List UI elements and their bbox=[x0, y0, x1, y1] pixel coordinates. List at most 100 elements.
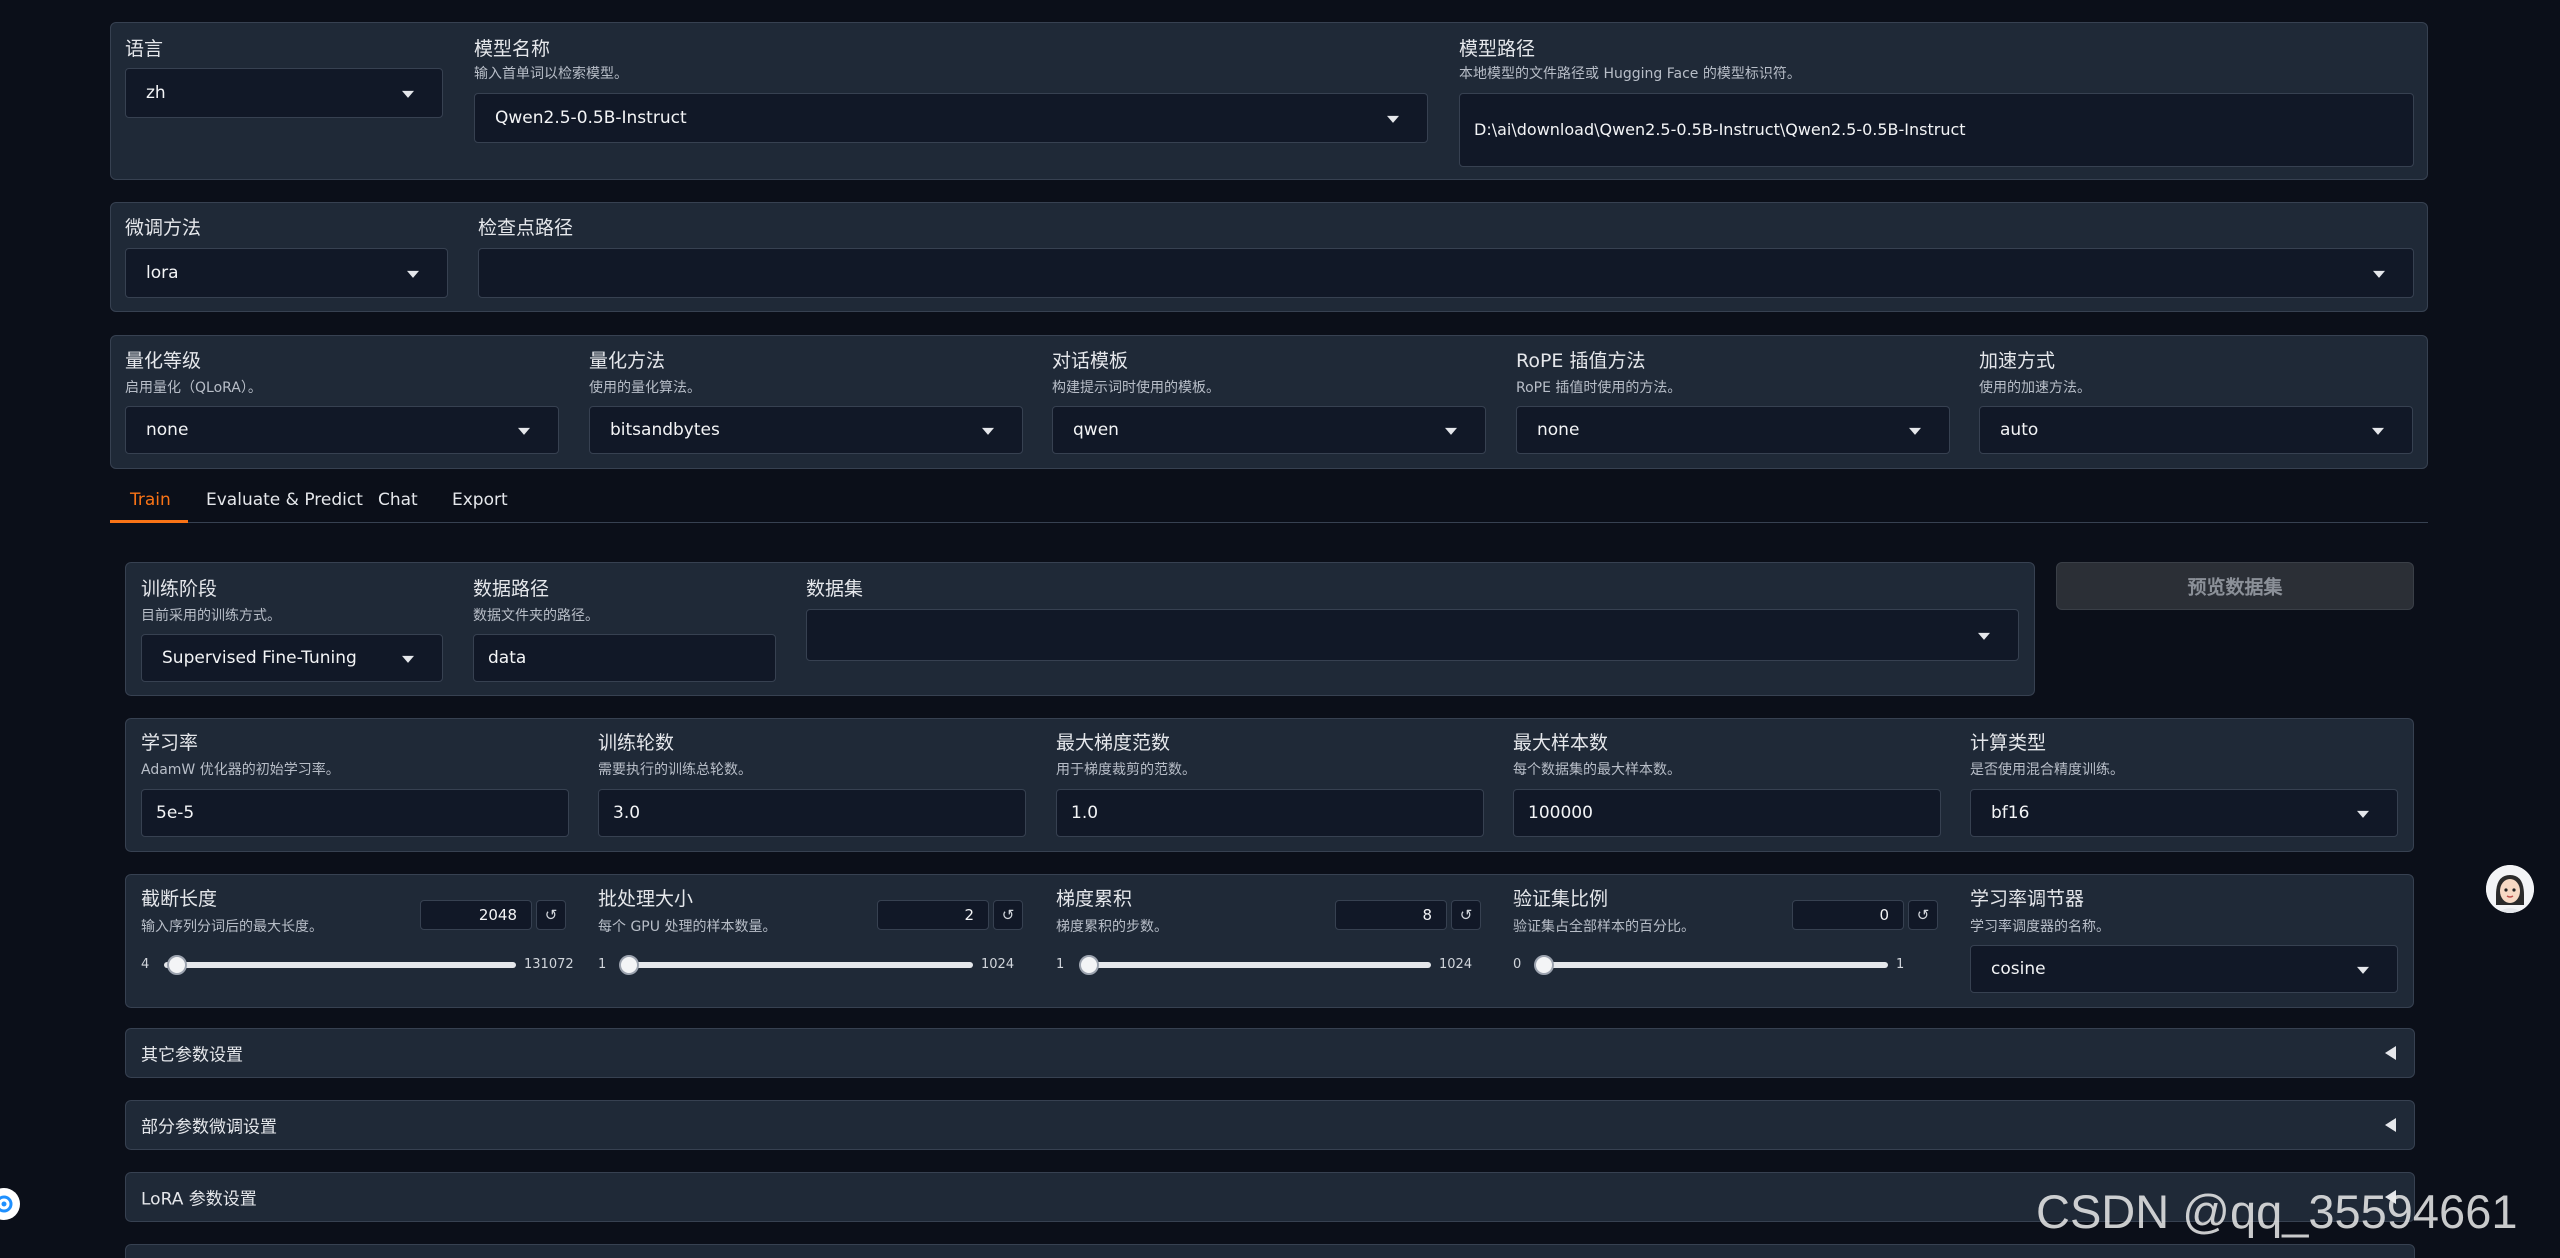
accordion-title: LoRA 参数设置 bbox=[141, 1189, 257, 1210]
dataset-label: 数据集 bbox=[806, 578, 864, 600]
row3-label-3: RoPE 插值方法 bbox=[1516, 350, 1646, 372]
param-input-2[interactable]: 1.0 bbox=[1056, 789, 1484, 837]
finetune-dropdown[interactable]: lora bbox=[125, 248, 448, 298]
stage-value: Supervised Fine-Tuning bbox=[162, 648, 357, 668]
tab-chat[interactable]: Chat bbox=[378, 490, 418, 510]
collapse-arrow-icon bbox=[2385, 1046, 2396, 1060]
param-info-3: 每个数据集的最大样本数。 bbox=[1513, 762, 1681, 778]
slider-label-1: 批处理大小 bbox=[598, 888, 694, 910]
slider-max-0: 131072 bbox=[524, 957, 574, 972]
stage-info: 目前采用的训练方式。 bbox=[141, 608, 281, 624]
lang-dropdown[interactable]: zh bbox=[125, 68, 443, 118]
slider-thumb-2[interactable] bbox=[1079, 955, 1099, 975]
chevron-down-icon bbox=[1978, 632, 1990, 640]
slider-info-1: 每个 GPU 处理的样本数量。 bbox=[598, 919, 777, 935]
reset-icon[interactable]: ↺ bbox=[993, 900, 1023, 930]
param-label-2: 最大梯度范数 bbox=[1056, 732, 1171, 754]
slider-max-1: 1024 bbox=[981, 957, 1015, 972]
row3-dropdown-4[interactable]: auto bbox=[1979, 406, 2413, 454]
reset-icon[interactable]: ↺ bbox=[1451, 900, 1481, 930]
slider-track-0[interactable] bbox=[164, 962, 516, 968]
slider-number-value-1: 2 bbox=[964, 906, 974, 924]
data-dir-input[interactable]: data bbox=[473, 634, 776, 682]
slider-track-3[interactable] bbox=[1536, 962, 1888, 968]
stage-dropdown[interactable]: Supervised Fine-Tuning bbox=[141, 634, 443, 682]
accordion-title: 部分参数微调设置 bbox=[141, 1117, 277, 1138]
model-path-value: D:\ai\download\Qwen2.5-0.5B-Instruct\Qwe… bbox=[1474, 120, 1966, 139]
scheduler-dropdown[interactable]: cosine bbox=[1970, 945, 2398, 993]
chevron-down-icon bbox=[982, 427, 994, 435]
accordion-partial-finetune[interactable]: 部分参数微调设置 bbox=[125, 1100, 2415, 1150]
param-label-4: 计算类型 bbox=[1970, 732, 2047, 754]
accordion-other-params[interactable]: 其它参数设置 bbox=[125, 1028, 2415, 1078]
slider-track-1[interactable] bbox=[621, 962, 973, 968]
checkpoint-label: 检查点路径 bbox=[478, 217, 574, 239]
compute-type-dropdown[interactable]: bf16 bbox=[1970, 789, 2398, 837]
row3-label-0: 量化等级 bbox=[125, 350, 202, 372]
avatar[interactable] bbox=[2486, 865, 2534, 913]
slider-min-2: 1 bbox=[1056, 957, 1065, 972]
slider-min-0: 4 bbox=[141, 957, 150, 972]
slider-number-input-0[interactable]: 2048 bbox=[420, 900, 532, 930]
param-input-3[interactable]: 100000 bbox=[1513, 789, 1941, 837]
chevron-down-icon bbox=[518, 427, 530, 435]
slider-label-0: 截断长度 bbox=[141, 888, 218, 910]
slider-info-3: 验证集占全部样本的百分比。 bbox=[1513, 919, 1695, 935]
stage-label: 训练阶段 bbox=[141, 578, 218, 600]
row3-label-1: 量化方法 bbox=[589, 350, 666, 372]
dataset-dropdown[interactable] bbox=[806, 609, 2019, 661]
row3-dropdown-3[interactable]: none bbox=[1516, 406, 1950, 454]
slider-label-2: 梯度累积 bbox=[1056, 888, 1133, 910]
slider-max-3: 1 bbox=[1896, 957, 1905, 972]
row3-dropdown-1[interactable]: bitsandbytes bbox=[589, 406, 1023, 454]
scheduler-label: 学习率调节器 bbox=[1970, 888, 2085, 910]
param-info-4: 是否使用混合精度训练。 bbox=[1970, 762, 2124, 778]
preview-dataset-button[interactable]: 预览数据集 bbox=[2056, 562, 2414, 610]
row3-info-1: 使用的量化算法。 bbox=[589, 380, 701, 396]
chevron-down-icon bbox=[2357, 966, 2369, 974]
model-name-value: Qwen2.5-0.5B-Instruct bbox=[495, 108, 687, 128]
lang-value: zh bbox=[146, 83, 166, 103]
row3-value-3: none bbox=[1537, 420, 1580, 440]
model-name-dropdown[interactable]: Qwen2.5-0.5B-Instruct bbox=[474, 93, 1428, 143]
tab-export[interactable]: Export bbox=[452, 490, 508, 510]
reset-icon[interactable]: ↺ bbox=[536, 900, 566, 930]
row3-label-4: 加速方式 bbox=[1979, 350, 2056, 372]
preview-dataset-label: 预览数据集 bbox=[2187, 576, 2283, 599]
slider-label-3: 验证集比例 bbox=[1513, 888, 1609, 910]
slider-thumb-3[interactable] bbox=[1534, 955, 1554, 975]
active-tab-underline bbox=[110, 520, 188, 523]
watermark: CSDN @qq_35594661 bbox=[2036, 1185, 2518, 1238]
tab-train[interactable]: Train bbox=[130, 490, 171, 510]
row3-dropdown-2[interactable]: qwen bbox=[1052, 406, 1486, 454]
tab-evaluate-predict[interactable]: Evaluate & Predict bbox=[206, 490, 363, 510]
model-name-label: 模型名称 bbox=[474, 38, 551, 60]
data-dir-label: 数据路径 bbox=[473, 578, 550, 600]
chevron-down-icon bbox=[402, 90, 414, 98]
slider-max-2: 1024 bbox=[1439, 957, 1473, 972]
accordion-next[interactable] bbox=[125, 1244, 2415, 1258]
slider-number-input-2[interactable]: 8 bbox=[1335, 900, 1447, 930]
model-path-input[interactable]: D:\ai\download\Qwen2.5-0.5B-Instruct\Qwe… bbox=[1459, 93, 2414, 167]
slider-info-0: 输入序列分词后的最大长度。 bbox=[141, 919, 323, 935]
row3-info-2: 构建提示词时使用的模板。 bbox=[1052, 380, 1220, 396]
reset-icon[interactable]: ↺ bbox=[1908, 900, 1938, 930]
row3-value-4: auto bbox=[2000, 420, 2039, 440]
slider-number-value-2: 8 bbox=[1422, 906, 1432, 924]
finetune-label: 微调方法 bbox=[125, 217, 202, 239]
slider-thumb-1[interactable] bbox=[619, 955, 639, 975]
param-value-2: 1.0 bbox=[1071, 803, 1099, 823]
row3-dropdown-0[interactable]: none bbox=[125, 406, 559, 454]
param-input-0[interactable]: 5e-5 bbox=[141, 789, 569, 837]
checkpoint-dropdown[interactable] bbox=[478, 248, 2414, 298]
param-input-1[interactable]: 3.0 bbox=[598, 789, 1026, 837]
slider-number-input-3[interactable]: 0 bbox=[1792, 900, 1904, 930]
chevron-down-icon bbox=[2357, 810, 2369, 818]
param-label-1: 训练轮数 bbox=[598, 732, 675, 754]
slider-min-3: 0 bbox=[1513, 957, 1522, 972]
slider-thumb-0[interactable] bbox=[167, 955, 187, 975]
slider-number-value-3: 0 bbox=[1879, 906, 1889, 924]
slider-track-2[interactable] bbox=[1079, 962, 1431, 968]
slider-number-input-1[interactable]: 2 bbox=[877, 900, 989, 930]
settings-gear-icon[interactable] bbox=[0, 1188, 20, 1220]
